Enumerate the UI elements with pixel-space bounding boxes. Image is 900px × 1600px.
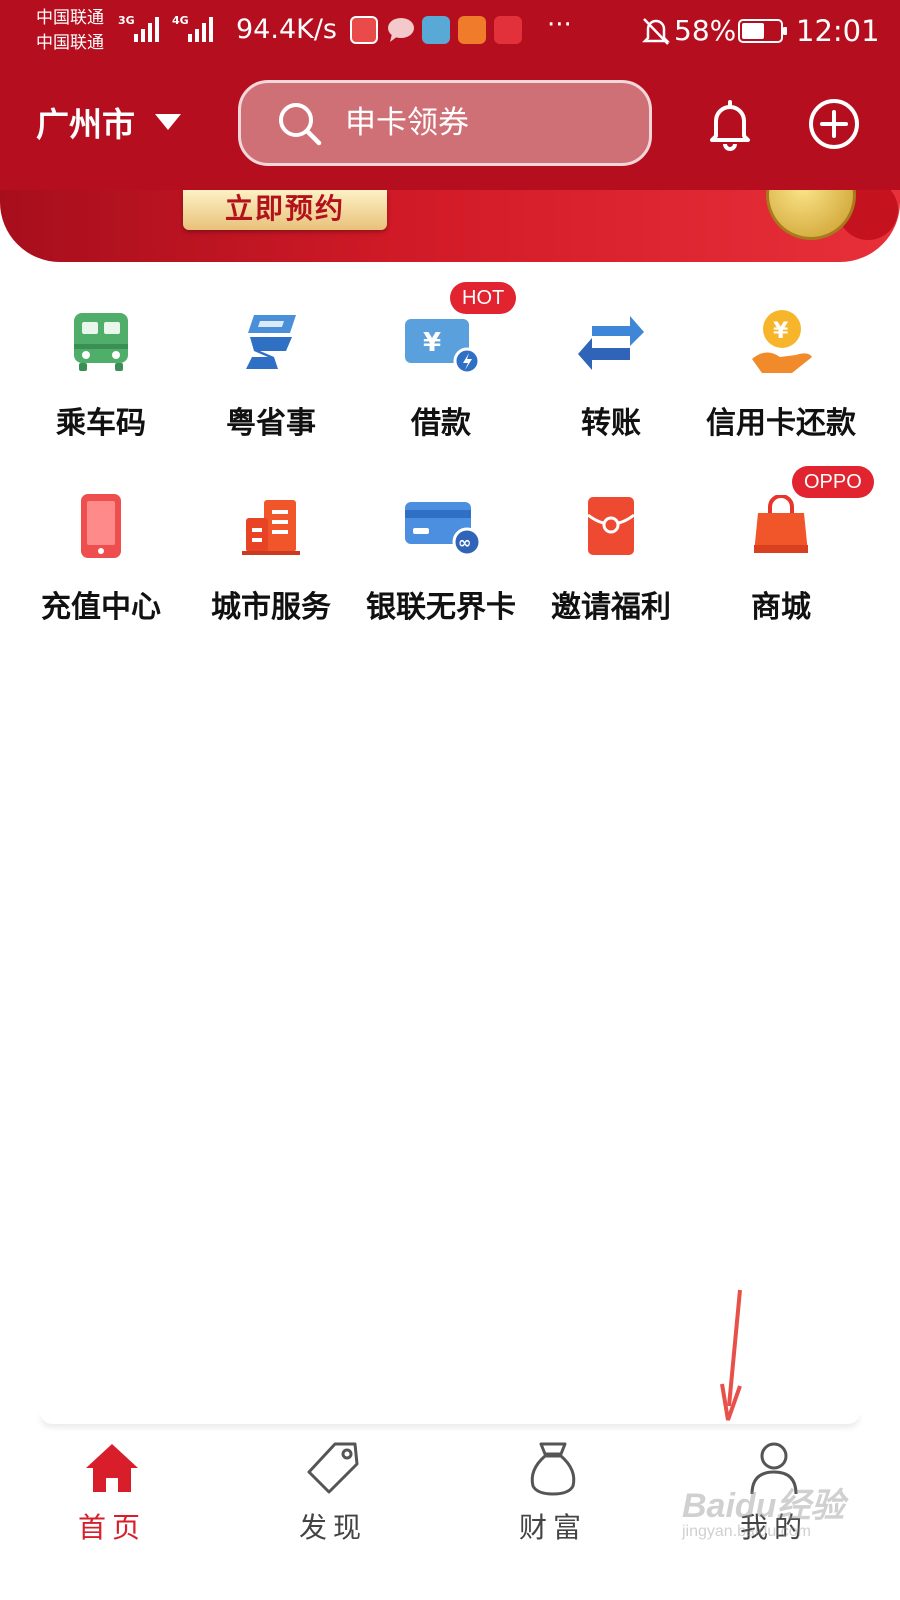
- nav-discover[interactable]: 发现: [263, 1440, 403, 1546]
- message-icon: [388, 18, 414, 42]
- search-icon: [279, 103, 322, 146]
- yue-logo-icon: [246, 315, 296, 369]
- watermark-logo: Baidu经验: [682, 1487, 845, 1525]
- tag-icon: [307, 1442, 359, 1494]
- gold-coin-decoration: [766, 190, 856, 240]
- promo-banner[interactable]: 立即预约: [0, 190, 900, 262]
- transfer-arrows-icon: [578, 316, 644, 370]
- nav-label: 首页: [77, 1511, 146, 1544]
- status-bar: 中国联通 中国联通 3G 4G 94.4K/s ··· 58% 12:01: [0, 0, 900, 62]
- nav-home[interactable]: 首页: [42, 1440, 182, 1546]
- loan-yuan-icon: ¥: [405, 319, 481, 375]
- home-icon: [86, 1444, 138, 1492]
- service-yue-sheng-shi[interactable]: 粤省事: [184, 302, 358, 442]
- carrier-bottom: 中国联通: [36, 33, 104, 53]
- more-notifications-icon: ···: [547, 10, 572, 40]
- service-mall[interactable]: OPPO 商城: [694, 466, 874, 626]
- service-unionpay-card[interactable]: ∞ 银联无界卡: [354, 486, 528, 626]
- service-ride-code[interactable]: 乘车码: [14, 302, 188, 442]
- add-circle-icon[interactable]: [806, 96, 862, 152]
- service-label: 邀请福利: [551, 590, 671, 625]
- service-transfer[interactable]: 转账: [524, 302, 698, 442]
- service-credit-card-repay[interactable]: ¥ 信用卡还款: [694, 302, 868, 442]
- city-name: 广州市: [36, 105, 135, 144]
- book-now-button[interactable]: 立即预约: [183, 190, 387, 230]
- annotation-arrow-icon: [720, 1289, 742, 1421]
- service-invite-rewards[interactable]: 邀请福利: [524, 486, 698, 626]
- book-app-icon: [422, 16, 450, 44]
- battery-icon: [738, 19, 787, 43]
- service-label: 乘车码: [56, 406, 146, 441]
- top-header: 中国联通 中国联通 3G 4G 94.4K/s ··· 58% 12:01 广州…: [0, 0, 900, 190]
- bus-icon: [74, 313, 128, 371]
- network-speed: 94.4K/s: [236, 14, 337, 45]
- svg-text:¥: ¥: [773, 319, 789, 344]
- clock: 12:01: [796, 14, 880, 48]
- hot-badge: HOT: [450, 282, 517, 314]
- nav-label: 财富: [518, 1511, 587, 1544]
- service-recharge-center[interactable]: 充值中心: [14, 486, 188, 626]
- nav-wealth[interactable]: 财富: [483, 1440, 623, 1546]
- service-label: 银联无界卡: [366, 590, 516, 625]
- carrier-info: 中国联通 中国联通: [36, 6, 104, 56]
- red-envelope-icon: [587, 497, 635, 555]
- coin-hand-icon: ¥: [752, 310, 812, 373]
- search-input[interactable]: [343, 104, 627, 142]
- content-card-edge: [40, 1412, 860, 1424]
- service-city-services[interactable]: 城市服务: [184, 486, 358, 626]
- service-label: 信用卡还款: [706, 406, 856, 441]
- service-label: 借款: [411, 406, 471, 441]
- service-loan[interactable]: ¥ HOT 借款: [354, 282, 528, 442]
- city-selector[interactable]: 广州市: [36, 98, 181, 146]
- card-infinity-icon: ∞: [405, 502, 481, 556]
- signal-icon: [134, 17, 159, 42]
- bell-icon[interactable]: [702, 96, 758, 152]
- music-app-icon: [494, 16, 522, 44]
- signal-icon: [188, 17, 213, 42]
- nav-label: 发现: [298, 1511, 367, 1544]
- svg-text:∞: ∞: [458, 533, 471, 552]
- search-bar[interactable]: [238, 80, 652, 166]
- phone-icon: [81, 494, 121, 558]
- service-label: 粤省事: [226, 406, 316, 441]
- shopping-bag-icon: [754, 495, 808, 553]
- watermark: Baidu经验 jingyan.baidu.com: [682, 1478, 844, 1541]
- battery-percent: 58%: [674, 14, 737, 47]
- service-label: 商城: [751, 590, 811, 625]
- carrier-top: 中国联通: [36, 8, 104, 28]
- money-bag-icon: [530, 1442, 576, 1496]
- service-label: 转账: [581, 406, 641, 441]
- bell-off-icon: [642, 18, 670, 45]
- oppo-badge: OPPO: [792, 466, 874, 498]
- svg-text:¥: ¥: [423, 328, 441, 358]
- service-label: 充值中心: [41, 590, 161, 625]
- service-label: 城市服务: [211, 590, 331, 625]
- caret-down-icon: [155, 114, 181, 130]
- pay-app-icon: [350, 16, 378, 44]
- video-app-icon: [458, 16, 486, 44]
- building-icon: [242, 500, 300, 555]
